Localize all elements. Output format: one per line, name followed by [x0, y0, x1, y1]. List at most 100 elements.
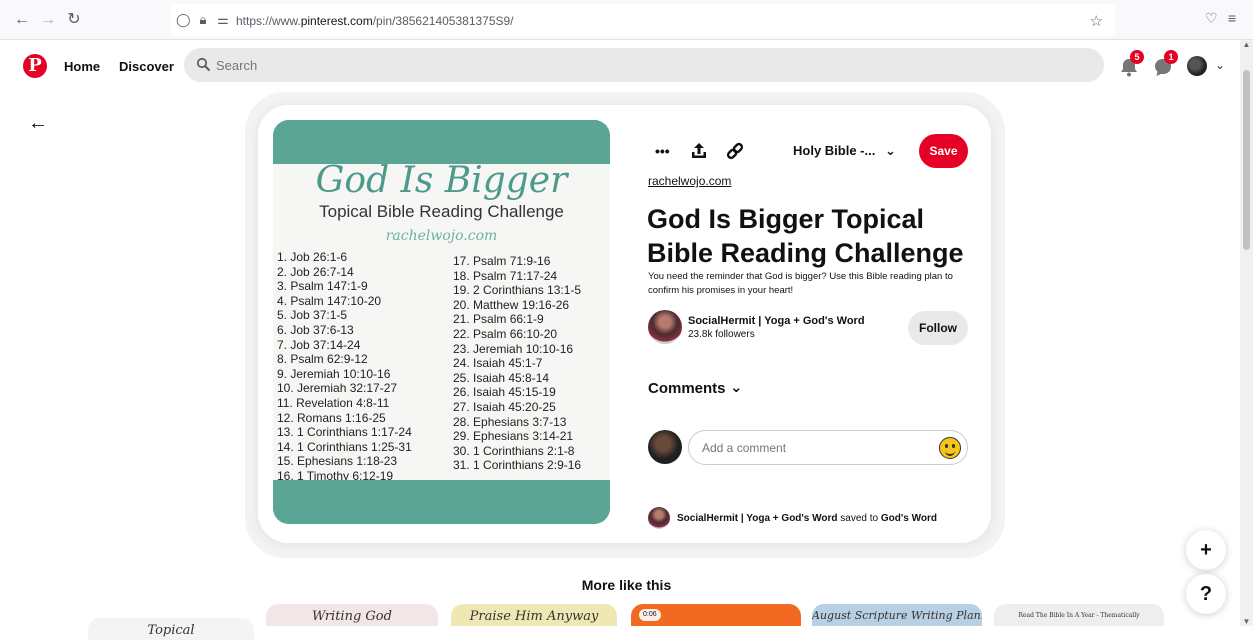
reading-item: 30. 1 Corinthians 2:1-8	[453, 443, 575, 458]
reading-item: 26. Isaiah 45:15-19	[453, 385, 556, 400]
emoji-icon[interactable]	[939, 437, 961, 459]
lace-pattern-bottom	[273, 488, 610, 524]
reading-item: 17. Psalm 71:9-16	[453, 254, 551, 268]
url-prefix: https://www.	[236, 14, 301, 28]
creator-avatar[interactable]	[648, 310, 682, 344]
reading-item: 5. Job 37:1-5	[277, 308, 348, 323]
related-pin-thumbnail[interactable]: August Scripture Writing Plan:	[812, 604, 982, 626]
reading-item: 29. Ephesians 3:14-21	[453, 429, 574, 444]
add-icon[interactable]: +	[1186, 530, 1226, 570]
source-link[interactable]: rachelwojo.com	[648, 174, 731, 188]
reading-item: 4. Psalm 147:10-20	[277, 293, 382, 308]
lace-pattern-top	[273, 120, 610, 156]
pinterest-logo[interactable]: P	[23, 54, 47, 78]
chevron-down-icon: ⌄	[884, 143, 896, 158]
shield-icon[interactable]: ◯	[176, 13, 191, 27]
pinterest-header: P Home Discover 5 1 ⌄	[0, 40, 1240, 94]
lock-icon[interactable]: 🔒︎	[196, 13, 210, 27]
reading-item: 18. Psalm 71:17-24	[453, 268, 558, 283]
bookmark-star-icon[interactable]: ☆	[1090, 12, 1103, 30]
reading-item: 27. Isaiah 45:20-25	[453, 399, 556, 414]
url-text[interactable]: https://www.pinterest.com/pin/3856214053…	[236, 14, 514, 28]
reading-item: 11. Revelation 4:8-11	[277, 395, 390, 410]
reading-item: 3. Psalm 147:1-9	[277, 279, 368, 294]
reading-item: 25. Isaiah 45:8-14	[453, 370, 550, 385]
reading-item: 28. Ephesians 3:7-13	[453, 414, 567, 429]
link-icon[interactable]	[724, 140, 746, 162]
back-arrow-icon[interactable]: ←	[28, 112, 48, 135]
related-pin-thumbnail[interactable]: Praise Him Anyway	[451, 604, 617, 626]
chevron-down-icon[interactable]: ⌄	[1215, 58, 1225, 72]
reading-item: 24. Isaiah 45:1-7	[453, 356, 543, 371]
related-pin-thumbnail[interactable]: Topical	[88, 618, 254, 640]
thumbnail-text: August Scripture Writing Plan:	[812, 609, 982, 622]
notifications-badge: 5	[1130, 50, 1144, 64]
saved-by-avatar[interactable]	[648, 507, 670, 529]
video-duration-badge: 0:06	[639, 609, 661, 621]
search-bar[interactable]	[184, 48, 1104, 82]
comment-input[interactable]	[702, 431, 932, 464]
messages-button[interactable]: 1	[1152, 50, 1178, 78]
pin-description: You need the reminder that God is bigger…	[648, 271, 953, 296]
notifications-button[interactable]: 5	[1118, 50, 1144, 78]
reading-item: 1. Job 26:1-6	[277, 250, 348, 264]
saved-to-line: SocialHermit | Yoga + God's Word saved t…	[677, 513, 937, 524]
reading-item: 7. Job 37:14-24	[277, 337, 361, 352]
more-options-icon[interactable]: •••	[655, 140, 677, 162]
lace-border-top	[273, 120, 610, 164]
more-like-this-heading: More like this	[581, 577, 672, 593]
thumbnail-text: Topical	[147, 623, 195, 638]
saved-by-user[interactable]: SocialHermit | Yoga + God's Word	[677, 513, 838, 524]
avatar[interactable]	[1187, 56, 1207, 76]
reading-item: 21. Psalm 66:1-9	[453, 312, 544, 327]
pin-title: God Is Bigger Topical Bible Reading Chal…	[647, 204, 964, 268]
pin-image[interactable]: God Is Bigger Topical Bible Reading Chal…	[273, 120, 610, 524]
back-icon[interactable]: ←	[12, 10, 32, 30]
lace-border-bottom	[273, 480, 610, 524]
reading-item: 23. Jeremiah 10:10-16	[453, 341, 574, 356]
chevron-down-icon[interactable]: ⌄	[730, 378, 743, 396]
reload-icon[interactable]: ↻	[64, 10, 84, 30]
reading-list-col1: 1. Job 26:1-6 2. Job 26:7-14 3. Psalm 14…	[277, 250, 447, 484]
reading-item: 8. Psalm 62:9-12	[277, 352, 368, 367]
follow-button[interactable]: Follow	[908, 311, 968, 345]
forward-icon[interactable]: →	[38, 10, 58, 30]
nav-discover[interactable]: Discover	[119, 59, 174, 74]
creator-name[interactable]: SocialHermit | Yoga + God's Word	[688, 315, 865, 327]
reading-item: 15. Ephesians 1:18-23	[277, 454, 398, 469]
thumbnail-text: Read The Bible In A Year - Thematically	[1018, 612, 1140, 619]
board-select[interactable]: Holy Bible -... ⌄	[793, 143, 896, 159]
url-domain: pinterest.com	[300, 14, 373, 28]
thumbnail-text: Writing God	[312, 609, 392, 624]
menu-icon[interactable]: ≡	[1228, 10, 1236, 26]
related-pin-thumbnail[interactable]: Writing God	[266, 604, 438, 626]
save-button[interactable]: Save	[919, 134, 968, 168]
url-path: /pin/385621405381375S9/	[372, 14, 514, 28]
saved-verb: saved to	[837, 513, 881, 524]
share-icon[interactable]	[688, 140, 710, 162]
scroll-down-icon[interactable]: ▼	[1242, 617, 1251, 626]
my-avatar	[648, 430, 682, 464]
reading-item: 9. Jeremiah 10:10-16	[277, 366, 391, 381]
related-pin-thumbnail[interactable]: Read The Bible In A Year - Thematically	[994, 604, 1164, 626]
page-scrollbar[interactable]: ▲ ▼	[1240, 40, 1253, 626]
comment-box[interactable]	[688, 430, 968, 465]
image-title: God Is Bigger	[315, 160, 568, 201]
reading-item: 20. Matthew 19:16-26	[453, 297, 570, 312]
scroll-up-icon[interactable]: ▲	[1242, 40, 1251, 49]
board-select-label: Holy Bible -...	[793, 143, 876, 158]
permissions-icon[interactable]: ⚌	[216, 13, 230, 27]
reading-item: 2. Job 26:7-14	[277, 264, 354, 279]
reading-item: 19. 2 Corinthians 13:1-5	[453, 283, 582, 298]
nav-home[interactable]: Home	[64, 59, 100, 74]
pocket-icon[interactable]: ♡	[1205, 10, 1218, 27]
search-input[interactable]	[216, 48, 1076, 82]
comments-heading[interactable]: Comments	[648, 380, 726, 397]
related-pin-thumbnail[interactable]: 0:06	[631, 604, 801, 626]
image-subtitle: Topical Bible Reading Challenge	[319, 202, 564, 221]
messages-badge: 1	[1164, 50, 1178, 64]
url-bar[interactable]: ◯ 🔒︎ ⚌ https://www.pinterest.com/pin/385…	[170, 4, 1115, 36]
saved-board[interactable]: God's Word	[881, 513, 937, 524]
reading-item: 31. 1 Corinthians 2:9-16	[453, 458, 582, 473]
scroll-thumb[interactable]	[1243, 70, 1250, 250]
